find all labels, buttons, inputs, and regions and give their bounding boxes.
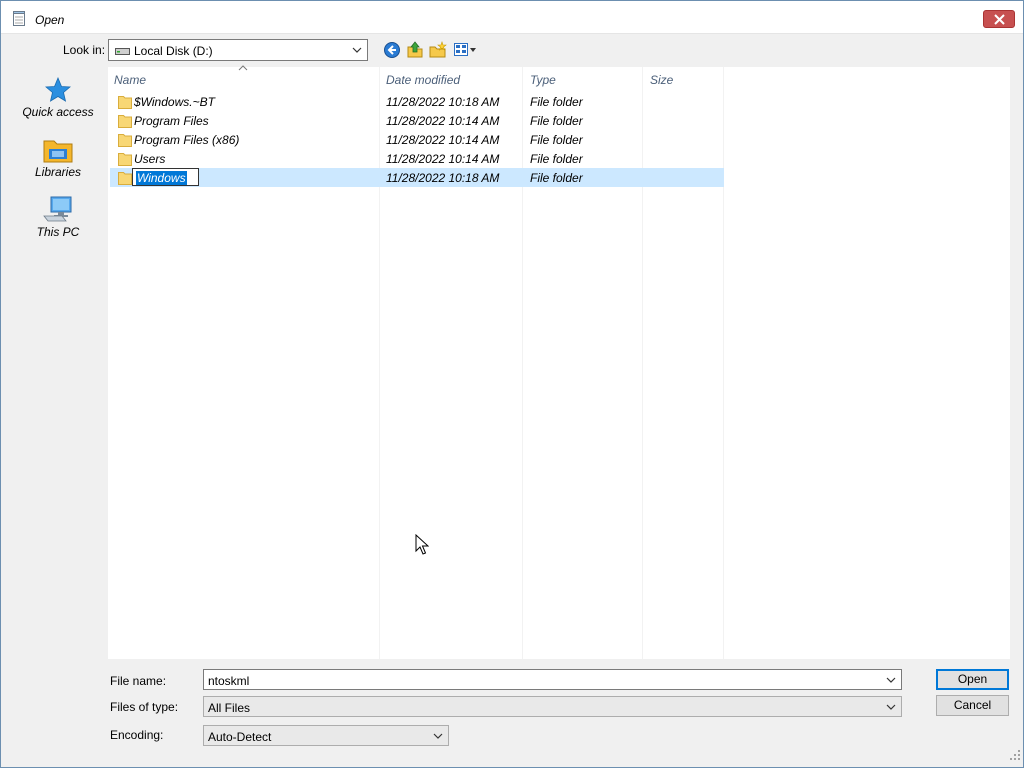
libraries-folder-icon [43, 140, 73, 163]
look-in-value: Local Disk (D:) [134, 44, 213, 58]
column-header-name[interactable]: Name [114, 73, 146, 87]
file-row[interactable]: Users 11/28/2022 10:14 AM File folder [110, 149, 724, 168]
cancel-button[interactable]: Cancel [936, 695, 1009, 716]
file-type: File folder [530, 95, 583, 109]
file-list[interactable]: Name Date modified Type Size $Windows.~B… [108, 65, 1010, 659]
encoding-label: Encoding: [110, 728, 164, 742]
column-header-type[interactable]: Type [530, 73, 556, 87]
window-title: Open [35, 13, 65, 27]
file-name-input[interactable]: ntoskml [203, 669, 902, 690]
file-date: 11/28/2022 10:14 AM [386, 133, 500, 147]
file-type: File folder [530, 133, 583, 147]
file-row[interactable]: Program Files (x86) 11/28/2022 10:14 AM … [110, 130, 724, 149]
column-header-size[interactable]: Size [650, 73, 673, 87]
file-type: File folder [530, 152, 583, 166]
close-icon [994, 14, 1005, 25]
mouse-cursor-icon [415, 534, 429, 555]
place-label: Quick access [22, 105, 94, 119]
file-date: 11/28/2022 10:18 AM [386, 171, 500, 185]
file-date: 11/28/2022 10:14 AM [386, 114, 500, 128]
chevron-down-icon [352, 47, 362, 53]
file-name-label: File name: [110, 674, 167, 688]
folder-icon [118, 172, 132, 185]
sort-ascending-icon [238, 65, 248, 71]
look-in-label: Look in: [63, 43, 106, 57]
file-row-selected[interactable]: Windows 11/28/2022 10:18 AM File folder [110, 168, 724, 187]
rename-input[interactable]: Windows [132, 168, 199, 186]
file-date: 11/28/2022 10:18 AM [386, 95, 500, 109]
folder-icon [118, 115, 132, 128]
file-type: File folder [530, 114, 583, 128]
file-name: Program Files [134, 114, 209, 128]
encoding-dropdown[interactable]: Auto-Detect [203, 725, 449, 746]
chevron-down-icon [433, 733, 443, 739]
view-menu-icon[interactable] [453, 41, 479, 59]
encoding-value: Auto-Detect [208, 730, 272, 744]
place-label: Libraries [34, 165, 82, 179]
look-in-dropdown[interactable]: Local Disk (D:) [108, 39, 368, 61]
chevron-down-icon[interactable] [886, 677, 896, 683]
open-dialog: Open Look in: Local Disk (D:) Quick acce… [0, 0, 1024, 768]
up-folder-icon[interactable] [406, 41, 424, 59]
folder-icon [118, 134, 132, 147]
close-button[interactable] [983, 10, 1015, 28]
folder-icon [118, 153, 132, 166]
files-of-type-dropdown[interactable]: All Files [203, 696, 902, 717]
back-icon[interactable] [383, 41, 401, 59]
file-name: Program Files (x86) [134, 133, 240, 147]
computer-icon [43, 196, 72, 222]
file-type: File folder [530, 171, 583, 185]
files-of-type-value: All Files [208, 701, 251, 715]
new-folder-icon[interactable] [429, 41, 447, 59]
notepad-icon [13, 11, 25, 26]
chevron-down-icon [886, 704, 896, 710]
file-name: Windows [136, 171, 187, 185]
file-name-value: ntoskml [208, 674, 250, 688]
places-bar: Quick access Libraries This PC [10, 67, 106, 659]
open-button[interactable]: Open [936, 669, 1009, 690]
place-quick-access[interactable]: Quick access [10, 77, 106, 133]
file-row[interactable]: Program Files 11/28/2022 10:14 AM File f… [110, 111, 724, 130]
file-name: Users [134, 152, 166, 166]
file-name: $Windows.~BT [134, 95, 215, 109]
resize-grip-icon[interactable] [1009, 749, 1021, 761]
folder-icon [118, 96, 132, 109]
place-this-pc[interactable]: This PC [10, 195, 106, 251]
drive-icon [115, 48, 130, 55]
file-date: 11/28/2022 10:14 AM [386, 152, 500, 166]
place-libraries[interactable]: Libraries [10, 137, 106, 193]
title-bar: Open [1, 1, 1023, 34]
star-icon [45, 77, 71, 102]
column-header-date[interactable]: Date modified [386, 73, 460, 87]
place-label: This PC [36, 225, 80, 239]
file-row[interactable]: $Windows.~BT 11/28/2022 10:18 AM File fo… [110, 92, 724, 111]
files-of-type-label: Files of type: [110, 700, 179, 714]
